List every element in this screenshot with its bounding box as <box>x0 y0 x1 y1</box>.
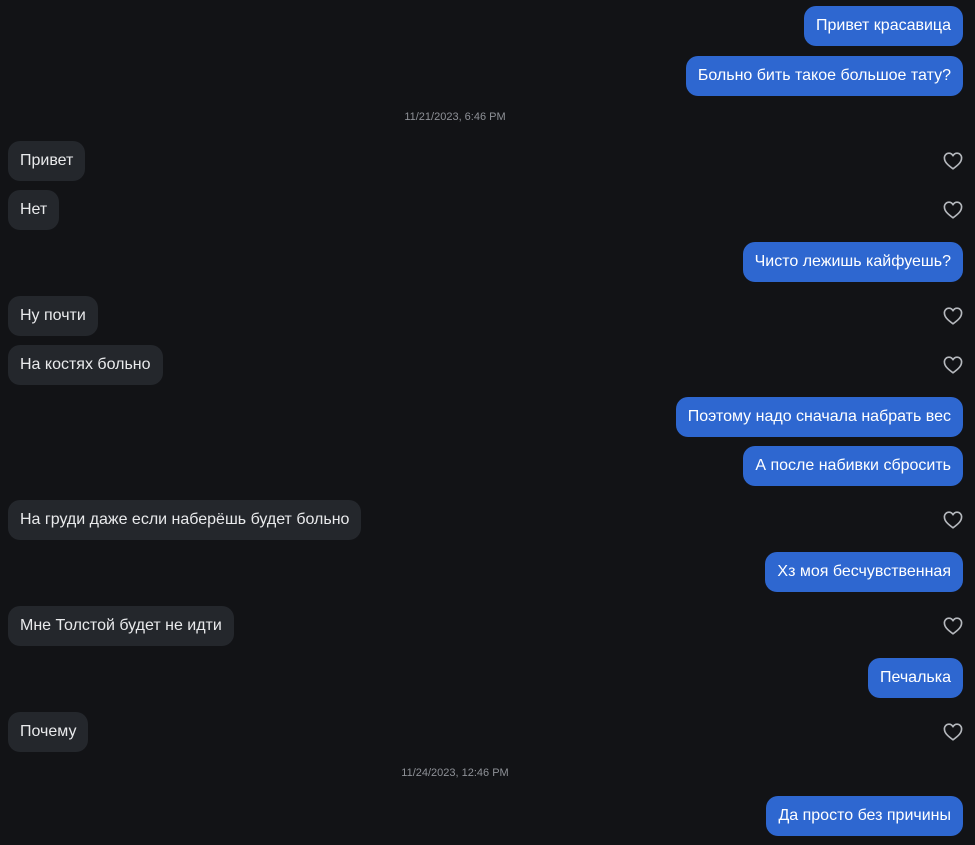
received-message: Привет <box>0 141 975 181</box>
heart-icon[interactable] <box>943 307 963 325</box>
heart-icon[interactable] <box>943 511 963 529</box>
received-message: Ну почти <box>0 296 975 336</box>
message-bubble[interactable]: Мне Толстой будет не идти <box>8 606 234 646</box>
message-bubble[interactable]: Больно бить такое большое тату? <box>685 56 963 96</box>
heart-icon[interactable] <box>943 201 963 219</box>
timestamp-text: 11/24/2023, 12:46 PM <box>401 767 509 779</box>
heart-icon[interactable] <box>943 617 963 635</box>
message-bubble[interactable]: Печалька <box>867 658 963 698</box>
sent-message: А после набивки сбросить <box>0 446 975 486</box>
sent-message: Больно бить такое большое тату? <box>0 56 975 96</box>
heart-icon[interactable] <box>943 723 963 741</box>
message-bubble[interactable]: А после набивки сбросить <box>743 446 963 486</box>
message-bubble[interactable]: Поэтому надо сначала набрать вес <box>675 397 963 437</box>
received-message: Мне Толстой будет не идти <box>0 606 975 646</box>
message-bubble[interactable]: Нет <box>8 190 60 230</box>
sent-message: Поэтому надо сначала набрать вес <box>0 397 975 437</box>
message-bubble[interactable]: Ну почти <box>8 296 98 336</box>
sent-message: Печалька <box>0 658 975 698</box>
sent-message: Хз моя бесчувственная <box>0 552 975 592</box>
received-message: Нет <box>0 190 975 230</box>
sent-message: Да просто без причины <box>0 796 975 836</box>
chat-thread: Привет красавица Больно бить такое большо… <box>0 0 975 845</box>
message-bubble[interactable]: На груди даже если наберёшь будет больно <box>8 500 362 540</box>
message-bubble[interactable]: На костях больно <box>8 345 163 385</box>
message-bubble[interactable]: Да просто без причины <box>766 796 963 836</box>
heart-icon[interactable] <box>943 356 963 374</box>
sent-message: Привет красавица <box>0 6 975 46</box>
timestamp-divider: 11/24/2023, 12:46 PM <box>0 762 975 784</box>
received-message: На костях больно <box>0 345 975 385</box>
sent-message: Чисто лежишь кайфуешь? <box>0 242 975 282</box>
message-bubble[interactable]: Привет <box>8 141 86 181</box>
heart-icon[interactable] <box>943 152 963 170</box>
message-bubble[interactable]: Чисто лежишь кайфуешь? <box>742 242 963 282</box>
message-bubble[interactable]: Почему <box>8 712 89 752</box>
timestamp-divider: 11/21/2023, 6:46 PM <box>0 106 975 128</box>
message-bubble[interactable]: Привет красавица <box>804 6 963 46</box>
received-message: На груди даже если наберёшь будет больно <box>0 500 975 540</box>
timestamp-text: 11/21/2023, 6:46 PM <box>404 111 506 123</box>
message-bubble[interactable]: Хз моя бесчувственная <box>765 552 963 592</box>
received-message: Почему <box>0 712 975 752</box>
